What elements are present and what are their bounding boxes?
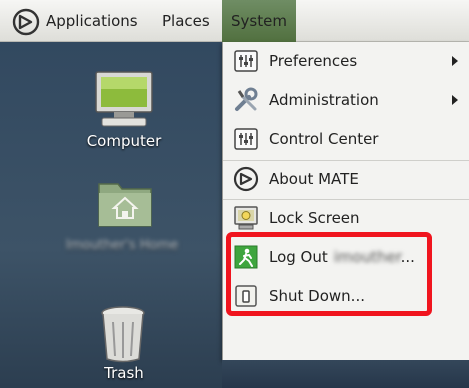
places-menu[interactable]: Places	[162, 0, 210, 42]
menu-item-control-center[interactable]: Control Center	[223, 120, 469, 158]
menu-item-label: About MATE	[269, 170, 359, 188]
menu-item-label: Administration	[269, 91, 379, 109]
lock-screen-icon	[234, 206, 258, 230]
mate-logo-icon	[233, 166, 259, 192]
menu-item-preferences[interactable]: Preferences	[223, 42, 469, 80]
menu-item-about-mate[interactable]: About MATE	[223, 160, 469, 198]
computer-icon-label[interactable]: Computer	[64, 132, 184, 150]
administration-icon	[235, 87, 258, 111]
control-center-icon	[234, 128, 258, 150]
trash-icon[interactable]	[98, 304, 148, 364]
computer-icon[interactable]	[92, 68, 156, 132]
menu-item-label: Control Center	[269, 130, 379, 148]
menu-item-label: Preferences	[269, 52, 358, 70]
red-highlight-box	[226, 232, 432, 316]
desktop-background	[222, 360, 469, 388]
desktop: Computer Imouther's Home Trash	[0, 42, 225, 388]
preferences-icon	[234, 50, 258, 72]
home-folder-icon[interactable]	[96, 176, 154, 230]
top-panel: Applications Places System	[0, 0, 469, 42]
mate-logo-icon[interactable]	[12, 8, 40, 36]
applications-menu[interactable]: Applications	[46, 0, 138, 42]
home-folder-label[interactable]: Imouther's Home	[62, 238, 182, 253]
menu-item-administration[interactable]: Administration	[223, 81, 469, 119]
submenu-arrow-icon	[452, 95, 458, 105]
system-menu[interactable]: System	[222, 0, 296, 42]
trash-icon-label[interactable]: Trash	[64, 364, 184, 382]
submenu-arrow-icon	[452, 56, 458, 66]
